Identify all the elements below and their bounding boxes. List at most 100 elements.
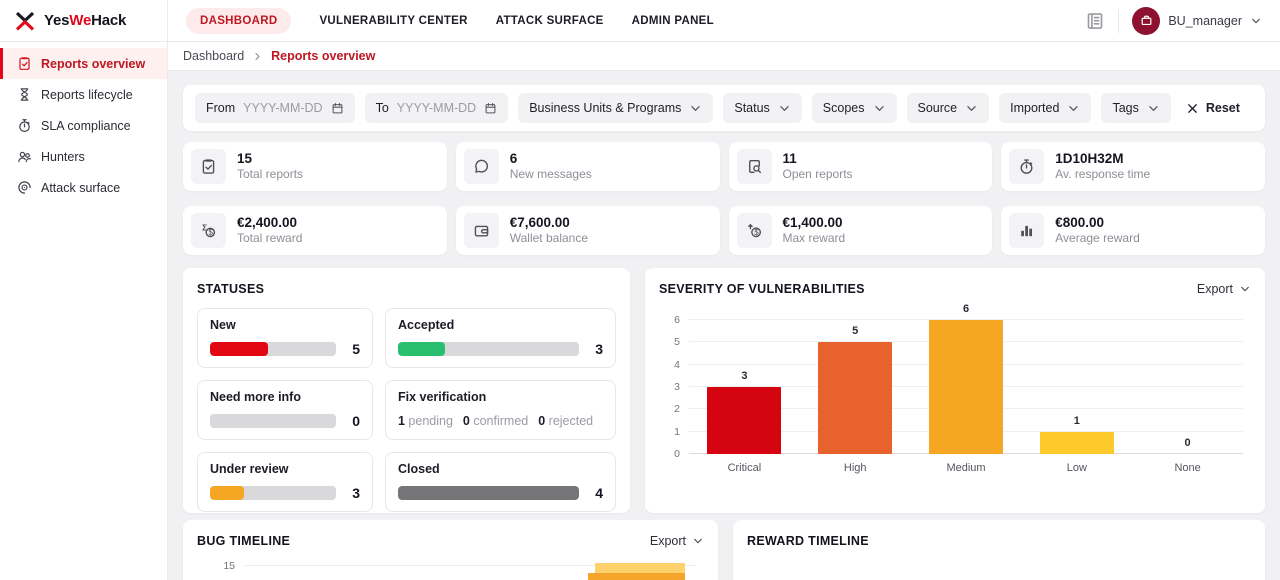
fix-verification-breakdown: 1 pending 0 confirmed 0 rejected <box>398 414 594 428</box>
stat-value: €7,600.00 <box>509 214 570 230</box>
stat-label: Av. response time <box>1055 167 1151 182</box>
sidebar-item-sla-compliance[interactable]: SLA compliance <box>0 110 167 141</box>
stopwatch-icon <box>1009 149 1045 184</box>
bug-timeline-export-button[interactable]: Export <box>650 534 704 548</box>
bar-value-label: 6 <box>962 303 970 315</box>
chevron-down-icon <box>873 102 886 115</box>
briefcase-icon <box>1139 13 1154 28</box>
reward-timeline-title: REWARD TIMELINE <box>747 534 869 548</box>
sidebar-item-reports-lifecycle[interactable]: Reports lifecycle <box>0 79 167 110</box>
changelog-icon[interactable] <box>1085 11 1105 31</box>
y-tick-label: 0 <box>674 448 680 460</box>
status-bar-track <box>210 414 336 428</box>
filter-date-to[interactable]: To YYYY-MM-DD <box>364 93 509 123</box>
sidebar-item-label: Reports lifecycle <box>41 87 133 102</box>
bar-medium <box>929 320 1003 454</box>
breadcrumb-parent[interactable]: Dashboard <box>183 49 244 63</box>
status-card-need-more-info: Need more info 0 <box>197 380 373 440</box>
chevron-down-icon <box>1067 102 1080 115</box>
filter-status-dropdown[interactable]: Status <box>723 93 802 123</box>
severity-export-button[interactable]: Export <box>1197 282 1251 296</box>
bar-chart-icon <box>1009 213 1045 248</box>
user-menu[interactable]: BU_manager <box>1132 6 1262 35</box>
stat-label: Open reports <box>782 167 853 182</box>
status-card-new: New 5 <box>197 308 373 368</box>
sidebar-item-hunters[interactable]: Hunters <box>0 141 167 172</box>
wallet-icon <box>463 213 499 248</box>
bar-critical <box>707 387 782 454</box>
topbar: YesWeHack DASHBOARD VULNERABILITY CENTER A… <box>0 0 1280 42</box>
nav-attack-surface[interactable]: ATTACK SURFACE <box>496 15 604 27</box>
radar-icon <box>17 180 32 195</box>
status-card-fix-verification: Fix verification 1 pending 0 confirmed 0 re… <box>385 380 616 440</box>
status-bar-fill <box>210 486 245 500</box>
bar-low <box>1039 431 1114 454</box>
svg-text:$: $ <box>754 228 759 237</box>
filter-business-units-programs-dropdown[interactable]: Business Units & Programs <box>518 93 714 123</box>
bar-value-label: 3 <box>741 370 748 382</box>
status-value: 4 <box>595 485 603 501</box>
sidebar-item-reports-overview[interactable]: Reports overview <box>0 48 167 79</box>
status-card-closed: Closed 4 <box>385 452 616 512</box>
nav-admin-panel[interactable]: ADMIN PANEL <box>632 15 714 27</box>
avatar <box>1132 6 1161 35</box>
y-tick-label: 4 <box>674 358 680 371</box>
coin-up-icon: $ <box>736 213 772 248</box>
stat-card-total-reports: 15 Total reports <box>183 142 447 191</box>
clipboard-check-icon <box>191 149 226 184</box>
stat-card-total-reward: Σ $ €2,400.00 Total reward <box>183 206 447 255</box>
x-tick-label: Critical <box>727 462 762 474</box>
stat-card-max-reward: $ €1,400.00 Max reward <box>728 206 993 255</box>
filter-bar: From YYYY-MM-DD To YYYY-MM-DD Business Units… <box>183 85 1265 131</box>
stat-value: €2,400.00 <box>237 214 298 230</box>
y-tick-label: 3 <box>674 381 680 393</box>
close-icon <box>1186 102 1199 115</box>
yeswehack-logo-mark-icon <box>14 10 36 32</box>
stat-label: Average reward <box>1055 231 1140 246</box>
nav-vulnerability-center[interactable]: VULNERABILITY CENTER <box>319 15 467 27</box>
bug-timeline-chart: 15 <box>197 556 704 580</box>
stat-card-wallet-balance: €7,600.00 Wallet balance <box>455 206 720 255</box>
sidebar-item-attack-surface[interactable]: Attack surface <box>0 172 167 203</box>
filter-date-from[interactable]: From YYYY-MM-DD <box>195 93 355 123</box>
nav-dashboard[interactable]: DASHBOARD <box>186 7 292 34</box>
status-bar-track <box>398 342 579 356</box>
user-name: BU_manager <box>1168 13 1242 28</box>
bug-timeline-panel: BUG TIMELINE Export 15 <box>183 520 718 580</box>
sidebar-item-label: SLA compliance <box>41 118 131 133</box>
filter-reset-button[interactable]: Reset <box>1186 101 1240 115</box>
yeswehack-logo[interactable]: YesWeHack <box>0 0 168 41</box>
filter-scopes-dropdown[interactable]: Scopes <box>811 93 897 123</box>
chevron-down-icon <box>778 102 791 115</box>
sidebar-item-label: Hunters <box>41 149 85 164</box>
filter-source-dropdown[interactable]: Source <box>906 93 990 123</box>
status-bar-track <box>398 486 579 500</box>
sidebar-item-label: Reports overview <box>41 56 146 71</box>
stopwatch-icon <box>17 118 32 133</box>
stat-value: 1D10H32M <box>1055 150 1124 166</box>
severity-title: SEVERITY OF VULNERABILITIES <box>659 282 865 296</box>
calendar-icon <box>331 102 344 115</box>
logo-text: YesWeHack <box>44 12 127 29</box>
hunters-icon <box>17 149 32 164</box>
filter-imported-dropdown[interactable]: Imported <box>999 93 1092 123</box>
bug-timeline-bar-sliver <box>588 573 595 580</box>
status-card-accepted: Accepted 3 <box>385 308 616 368</box>
x-tick-label: High <box>843 462 867 474</box>
stat-label: Total reports <box>237 167 304 182</box>
x-tick-label: Low <box>1066 462 1087 474</box>
main-nav: DASHBOARD VULNERABILITY CENTER ATTACK SURF… <box>186 7 714 34</box>
chevron-down-icon <box>1239 283 1251 295</box>
chevron-down-icon <box>692 535 704 547</box>
breadcrumb-current: Reports overview <box>271 49 376 63</box>
sidebar-item-label: Attack surface <box>41 180 121 195</box>
filter-tags-dropdown[interactable]: Tags <box>1101 93 1171 123</box>
status-bar-fill <box>398 486 579 500</box>
bar-value-label: 1 <box>1073 414 1080 427</box>
stat-card-average-reward: €800.00 Average reward <box>1001 206 1265 255</box>
topbar-divider <box>1118 8 1120 33</box>
bug-timeline-ytick: 15 <box>223 560 235 572</box>
date-placeholder: YYYY-MM-DD <box>243 101 323 115</box>
chat-bubble-icon <box>463 149 499 184</box>
status-bar-fill <box>210 342 268 356</box>
